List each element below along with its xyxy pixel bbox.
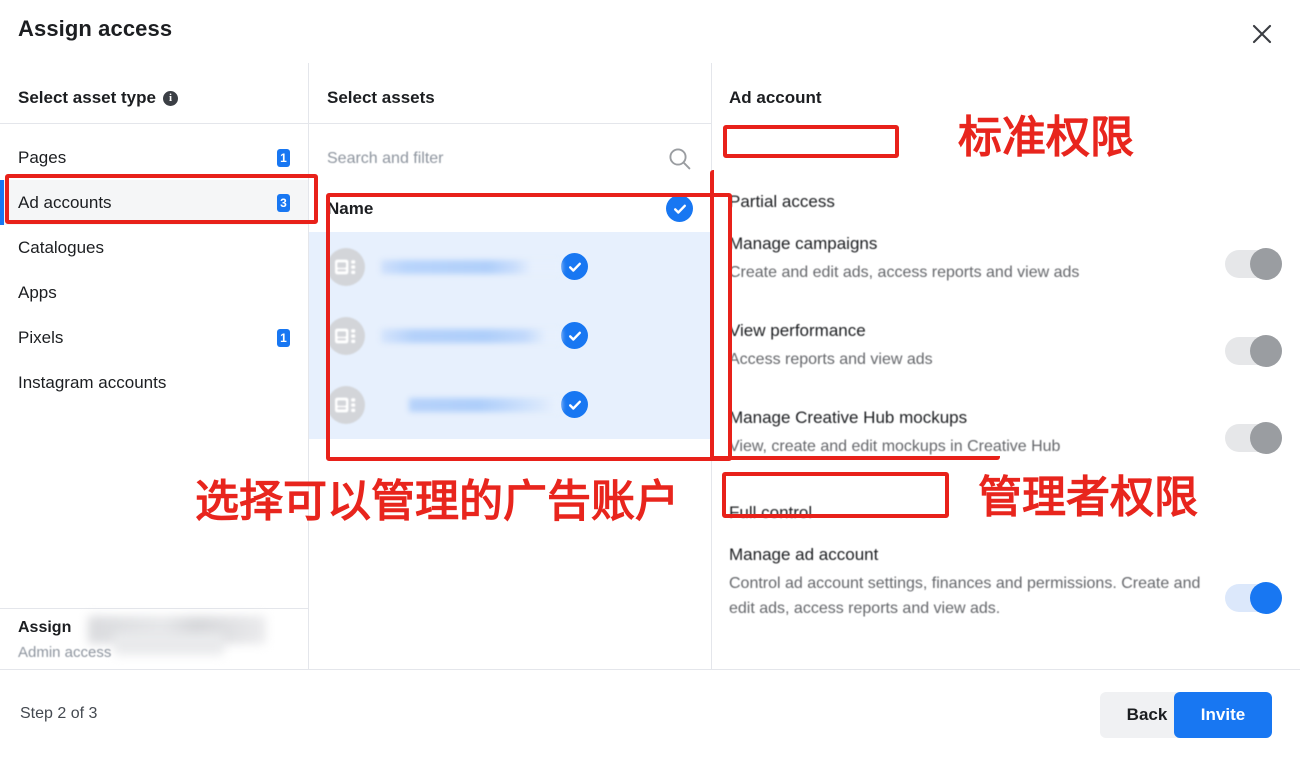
sidebar-item-apps[interactable]: Apps [0,270,308,315]
toggle-manage-campaigns[interactable] [1225,248,1282,280]
asset-type-label: Apps [18,282,57,302]
asset-name-redacted [381,328,561,343]
dialog-footer: Step 2 of 3 Back Invite [0,669,1300,760]
select-asset-type-label: Select asset type [18,88,156,107]
toggle-knob [1250,335,1282,367]
sidebar-item-instagram-accounts[interactable]: Instagram accounts [0,360,308,405]
assign-access-dialog: Assign access Select asset type i Select… [0,0,1300,760]
search-input[interactable]: Search and filter [309,135,711,183]
sidebar-item-pages[interactable]: Pages 1 [0,135,308,180]
permission-view-performance: View performance Access reports and view… [729,321,1284,372]
ad-account-icon [327,316,365,355]
permission-description: Control ad account settings, finances an… [729,575,1201,617]
page-title: Assign access [18,16,173,41]
asset-type-label: Pages [18,147,67,167]
permission-name: Manage campaigns [729,234,878,253]
asset-type-label: Catalogues [18,237,105,257]
ad-account-icon [327,247,365,286]
middle-heading-divider [309,123,711,124]
list-item[interactable] [309,232,711,301]
columns-container: Select asset type i Select assets Ad acc… [0,63,1300,669]
permission-name: Manage ad account [729,545,879,564]
asset-list-header[interactable]: Name [309,185,711,232]
toggle-knob [1250,582,1282,614]
assign-label: Assign [18,619,72,636]
close-icon [1249,21,1275,47]
asset-name-redacted [381,259,561,274]
permission-manage-creative-hub-mockups: Manage Creative Hub mockups View, create… [729,408,1284,459]
list-item[interactable] [309,370,711,439]
asset-type-label: Pixels [18,327,64,347]
assignee-access-level: Admin access [18,644,112,661]
list-item[interactable] [309,301,711,370]
sidebar-item-pixels[interactable]: Pixels 1 [0,315,308,360]
toggle-view-performance[interactable] [1225,335,1282,367]
sidebar-item-catalogues[interactable]: Catalogues [0,225,308,270]
row-checkbox[interactable] [561,322,588,349]
invite-button[interactable]: Invite [1174,692,1272,738]
sidebar-item-ad-accounts[interactable]: Ad accounts 3 [0,180,308,225]
name-column-header: Name [327,198,374,218]
toggle-manage-ad-account[interactable] [1225,582,1282,614]
permissions-panel: Partial access Manage campaigns Create a… [712,126,1300,732]
permission-description: Access reports and view ads [729,351,933,368]
permission-description: Create and edit ads, access reports and … [729,264,1080,281]
asset-name-redacted [409,397,561,412]
left-heading-divider [0,123,308,124]
info-icon[interactable]: i [162,90,178,106]
asset-type-label: Ad accounts [18,192,112,212]
toggle-knob [1250,422,1282,454]
asset-list [309,232,711,439]
status-badge: 1 [277,148,290,167]
permission-name: Manage Creative Hub mockups [729,408,968,427]
status-badge: 3 [277,193,290,212]
ad-account-heading: Ad account [729,88,822,107]
assignee-summary: Assign Admin access [0,608,308,669]
status-badge: 1 [277,328,290,347]
toggle-knob [1250,248,1282,280]
search-icon[interactable] [667,146,693,172]
select-all-checkbox[interactable] [666,195,693,222]
asset-type-label: Instagram accounts [18,372,167,392]
search-placeholder: Search and filter [327,150,444,167]
section-title-partial-access: Partial access [729,192,835,211]
permission-manage-campaigns: Manage campaigns Create and edit ads, ac… [729,234,1284,285]
section-title-full-control: Full control [729,503,813,522]
select-asset-type-heading: Select asset type i [18,88,178,108]
toggle-manage-creative-hub-mockups[interactable] [1225,422,1282,454]
row-checkbox[interactable] [561,253,588,280]
permission-manage-ad-account: Manage ad account Control ad account set… [729,545,1284,621]
ad-account-icon [327,385,365,424]
permission-name: View performance [729,321,866,340]
close-button[interactable] [1240,12,1284,56]
row-checkbox[interactable] [561,391,588,418]
select-assets-heading: Select assets [327,88,435,107]
assign-row: Assign [18,616,290,655]
asset-type-list: Pages 1 Ad accounts 3 Catalogues Apps Pi… [0,135,308,405]
permission-description: View, create and edit mockups in Creativ… [729,438,1061,455]
step-indicator: Step 2 of 3 [20,705,98,722]
